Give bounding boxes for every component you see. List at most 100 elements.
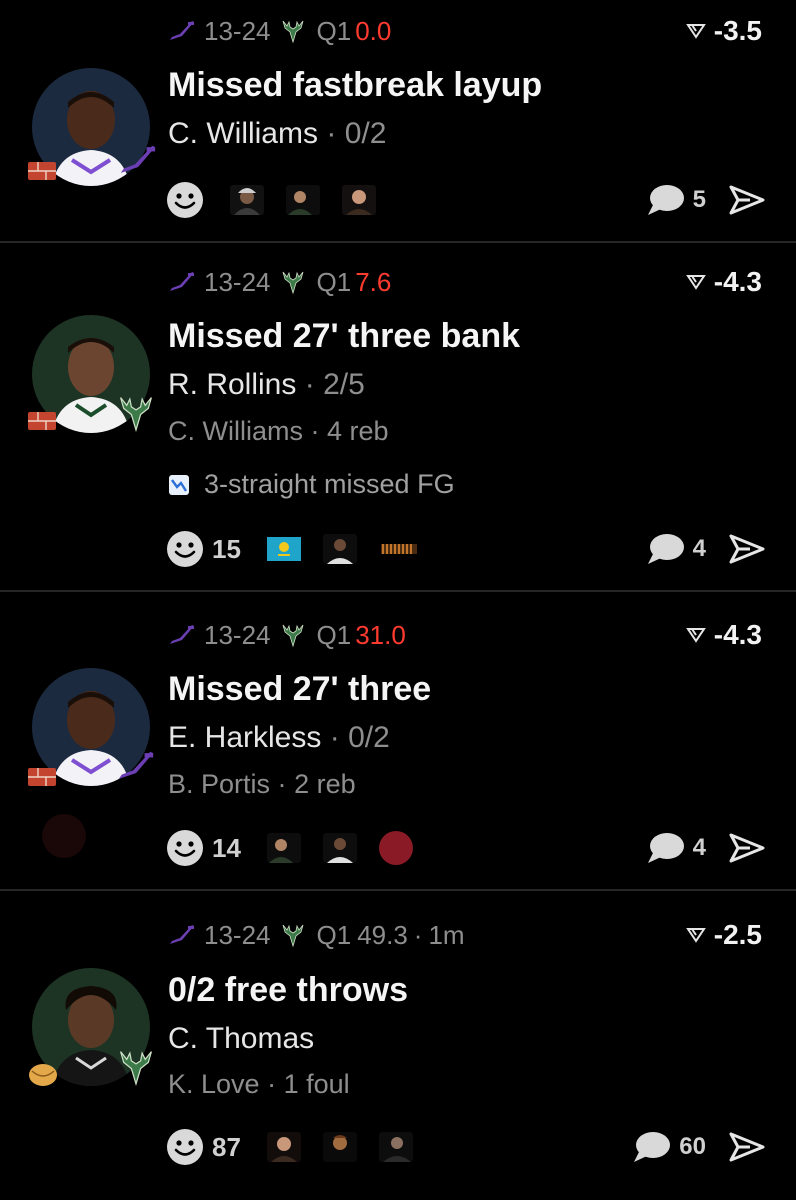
play-card[interactable]: 13-24 Q1 0.0 -3.5 Missed fastbreak layup… — [0, 0, 796, 243]
score: 13-24 — [204, 15, 271, 46]
separator: · — [277, 769, 287, 799]
player-stat: 0/2 — [348, 721, 390, 754]
odds[interactable]: -4.3 — [686, 265, 762, 299]
player-name: C. Williams — [168, 117, 318, 150]
player-name: E. Harkless — [168, 721, 322, 754]
reaction-thumbnail[interactable] — [322, 534, 357, 564]
brick-icon — [26, 764, 58, 790]
reaction-count: 14 — [212, 832, 241, 863]
comment-bubble-icon[interactable] — [645, 183, 685, 217]
jazz-note-icon — [168, 624, 196, 646]
action-bar: 15 4 — [166, 527, 766, 571]
play-card[interactable]: 13-24 Q1 49.3 · 1m -2.5 0/2 free throws … — [0, 891, 796, 1200]
reaction-thumbnail[interactable] — [378, 534, 419, 564]
action-bar: 87 60 — [166, 1125, 766, 1169]
play-meta: 13-24 Q1 7.6 — [168, 265, 391, 299]
player-line: E. Harkless · 0/2 — [168, 721, 390, 755]
separator: · — [326, 117, 337, 150]
smile-icon[interactable] — [166, 1128, 204, 1166]
chart-down-icon — [168, 474, 190, 496]
play-meta: 13-24 Q1 31.0 — [168, 618, 406, 652]
odds-value: -2.5 — [713, 919, 762, 950]
flag-icon[interactable] — [266, 534, 301, 564]
comment-count: 60 — [679, 1133, 706, 1160]
streak-text: 3-straight missed FG — [204, 469, 455, 499]
deer-icon — [281, 18, 305, 44]
secondary-stat: 2 reb — [294, 769, 356, 799]
action-bar: 5 — [166, 178, 766, 222]
game-clock: 0.0 — [355, 15, 392, 46]
comment-bubble-icon[interactable] — [645, 831, 685, 865]
reaction-thumbnail[interactable] — [266, 1132, 301, 1162]
brick-icon — [26, 158, 58, 184]
quarter: Q1 — [316, 15, 352, 46]
brick-icon — [26, 408, 58, 434]
reaction-thumbnail[interactable] — [286, 185, 320, 215]
reaction-count: 15 — [212, 533, 241, 564]
odds-value: -4.3 — [713, 266, 762, 297]
odds-value: -3.5 — [713, 15, 762, 46]
send-arrow-icon[interactable] — [728, 832, 766, 864]
comment-count: 5 — [692, 186, 706, 213]
comment-bubble-icon[interactable] — [645, 532, 685, 566]
game-clock: 7.6 — [355, 266, 392, 297]
player-stat: 0/2 — [344, 117, 387, 150]
play-card[interactable]: 13-24 Q1 31.0 -4.3 Missed 27' three E. H… — [0, 592, 796, 891]
secondary-player: B. Portis — [168, 769, 271, 799]
play-meta: 13-24 Q1 0.0 — [168, 14, 391, 48]
deer-icon — [116, 393, 156, 433]
send-arrow-icon[interactable] — [728, 533, 766, 565]
red-dot-reaction[interactable] — [378, 831, 413, 865]
reaction-thumbnail[interactable] — [266, 833, 301, 863]
play-card[interactable]: 13-24 Q1 7.6 -4.3 Missed 27' three bank … — [0, 243, 796, 592]
player-name: C. Thomas — [168, 1022, 315, 1055]
send-arrow-icon[interactable] — [728, 1131, 766, 1163]
deer-icon — [281, 622, 305, 648]
play-meta: 13-24 Q1 49.3 · 1m — [168, 918, 465, 952]
game-clock: 31.0 — [355, 619, 406, 650]
quarter: Q1 — [316, 266, 352, 297]
spread-arrow-icon — [686, 22, 706, 40]
comment-count: 4 — [692, 834, 706, 861]
reaction-thumbnail[interactable] — [322, 833, 357, 863]
game-clock: 49.3 — [357, 919, 408, 950]
jazz-note-icon — [168, 271, 196, 293]
action-bar: 14 4 — [166, 826, 766, 870]
smile-icon[interactable] — [166, 530, 204, 568]
deer-icon — [116, 1047, 156, 1087]
score: 13-24 — [204, 266, 271, 297]
quarter: Q1 — [316, 619, 352, 650]
player-name: R. Rollins — [168, 368, 297, 401]
reaction-thumbnail[interactable] — [322, 1132, 357, 1162]
quarter: Q1 — [316, 919, 352, 950]
odds[interactable]: -4.3 — [686, 618, 762, 652]
reaction-thumbnail[interactable] — [342, 185, 376, 215]
player-line: R. Rollins · 2/5 — [168, 368, 365, 402]
spread-arrow-icon — [686, 273, 706, 291]
odds[interactable]: -3.5 — [686, 14, 762, 48]
deer-icon — [281, 269, 305, 295]
secondary-stat: 1 foul — [283, 1069, 350, 1099]
comment-bubble-icon[interactable] — [631, 1130, 671, 1164]
spread-arrow-icon — [686, 626, 706, 644]
play-title: 0/2 free throws — [168, 971, 408, 1009]
separator: · — [267, 1069, 277, 1099]
player-line: C. Thomas — [168, 1022, 314, 1056]
send-arrow-icon[interactable] — [728, 184, 766, 216]
separator: · — [304, 368, 315, 401]
separator: · — [310, 416, 320, 446]
separator: · — [329, 721, 340, 754]
player-line: C. Williams · 0/2 — [168, 117, 386, 151]
secondary-line: K. Love · 1 foul — [168, 1069, 350, 1100]
reaction-thumbnail[interactable] — [378, 1132, 413, 1162]
odds[interactable]: -2.5 — [686, 918, 762, 952]
reaction-count: 87 — [212, 1131, 241, 1162]
score: 13-24 — [204, 919, 271, 950]
comment-count: 4 — [692, 535, 706, 562]
secondary-line: B. Portis · 2 reb — [168, 769, 356, 800]
smile-icon[interactable] — [166, 829, 204, 867]
smile-icon[interactable] — [166, 181, 204, 219]
play-title: Missed fastbreak layup — [168, 66, 543, 104]
reaction-thumbnail[interactable] — [230, 185, 264, 215]
secondary-line: C. Williams · 4 reb — [168, 416, 389, 447]
